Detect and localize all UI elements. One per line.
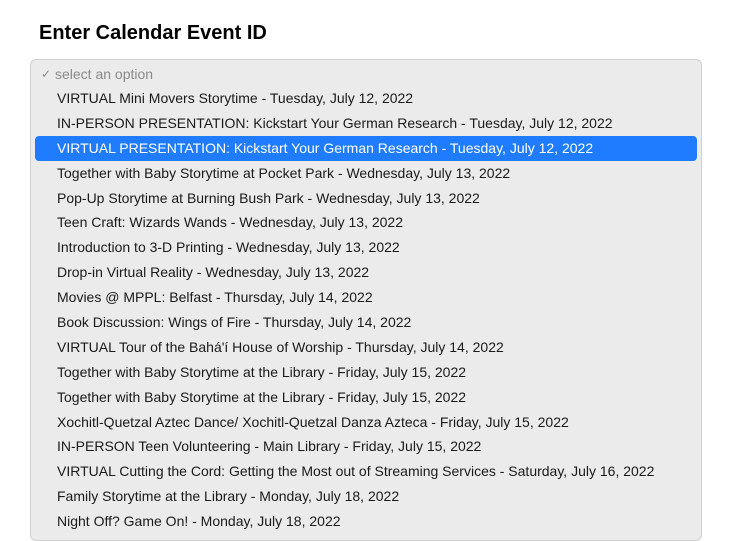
select-option[interactable]: Family Storytime at the Library - Monday…	[35, 484, 697, 509]
select-option[interactable]: IN-PERSON PRESENTATION: Kickstart Your G…	[35, 111, 697, 136]
select-option[interactable]: VIRTUAL Tour of the Bahá'í House of Wors…	[35, 335, 697, 360]
check-icon: ✓	[39, 67, 53, 81]
select-option[interactable]: Book Discussion: Wings of Fire - Thursda…	[35, 310, 697, 335]
select-option[interactable]: Teen Craft: Wizards Wands - Wednesday, J…	[35, 210, 697, 235]
select-option[interactable]: VIRTUAL Cutting the Cord: Getting the Mo…	[35, 459, 697, 484]
options-list: VIRTUAL Mini Movers Storytime - Tuesday,…	[35, 86, 697, 534]
select-option[interactable]: VIRTUAL PRESENTATION: Kickstart Your Ger…	[35, 136, 697, 161]
select-option[interactable]: Introduction to 3-D Printing - Wednesday…	[35, 235, 697, 260]
select-placeholder-row: ✓ select an option	[35, 66, 697, 86]
select-option[interactable]: IN-PERSON Teen Volunteering - Main Libra…	[35, 434, 697, 459]
select-option[interactable]: Drop-in Virtual Reality - Wednesday, Jul…	[35, 260, 697, 285]
select-option[interactable]: VIRTUAL Mini Movers Storytime - Tuesday,…	[35, 86, 697, 111]
select-option[interactable]: Together with Baby Storytime at the Libr…	[35, 385, 697, 410]
event-select-dropdown[interactable]: ✓ select an option VIRTUAL Mini Movers S…	[30, 59, 702, 541]
select-option[interactable]: Pop-Up Storytime at Burning Bush Park - …	[35, 186, 697, 211]
select-option[interactable]: Together with Baby Storytime at Pocket P…	[35, 161, 697, 186]
select-option[interactable]: Xochitl-Quetzal Aztec Dance/ Xochitl-Que…	[35, 410, 697, 435]
select-placeholder-text: select an option	[55, 66, 153, 82]
page-title: Enter Calendar Event ID	[39, 22, 736, 45]
select-option[interactable]: Movies @ MPPL: Belfast - Thursday, July …	[35, 285, 697, 310]
select-option[interactable]: Together with Baby Storytime at the Libr…	[35, 360, 697, 385]
